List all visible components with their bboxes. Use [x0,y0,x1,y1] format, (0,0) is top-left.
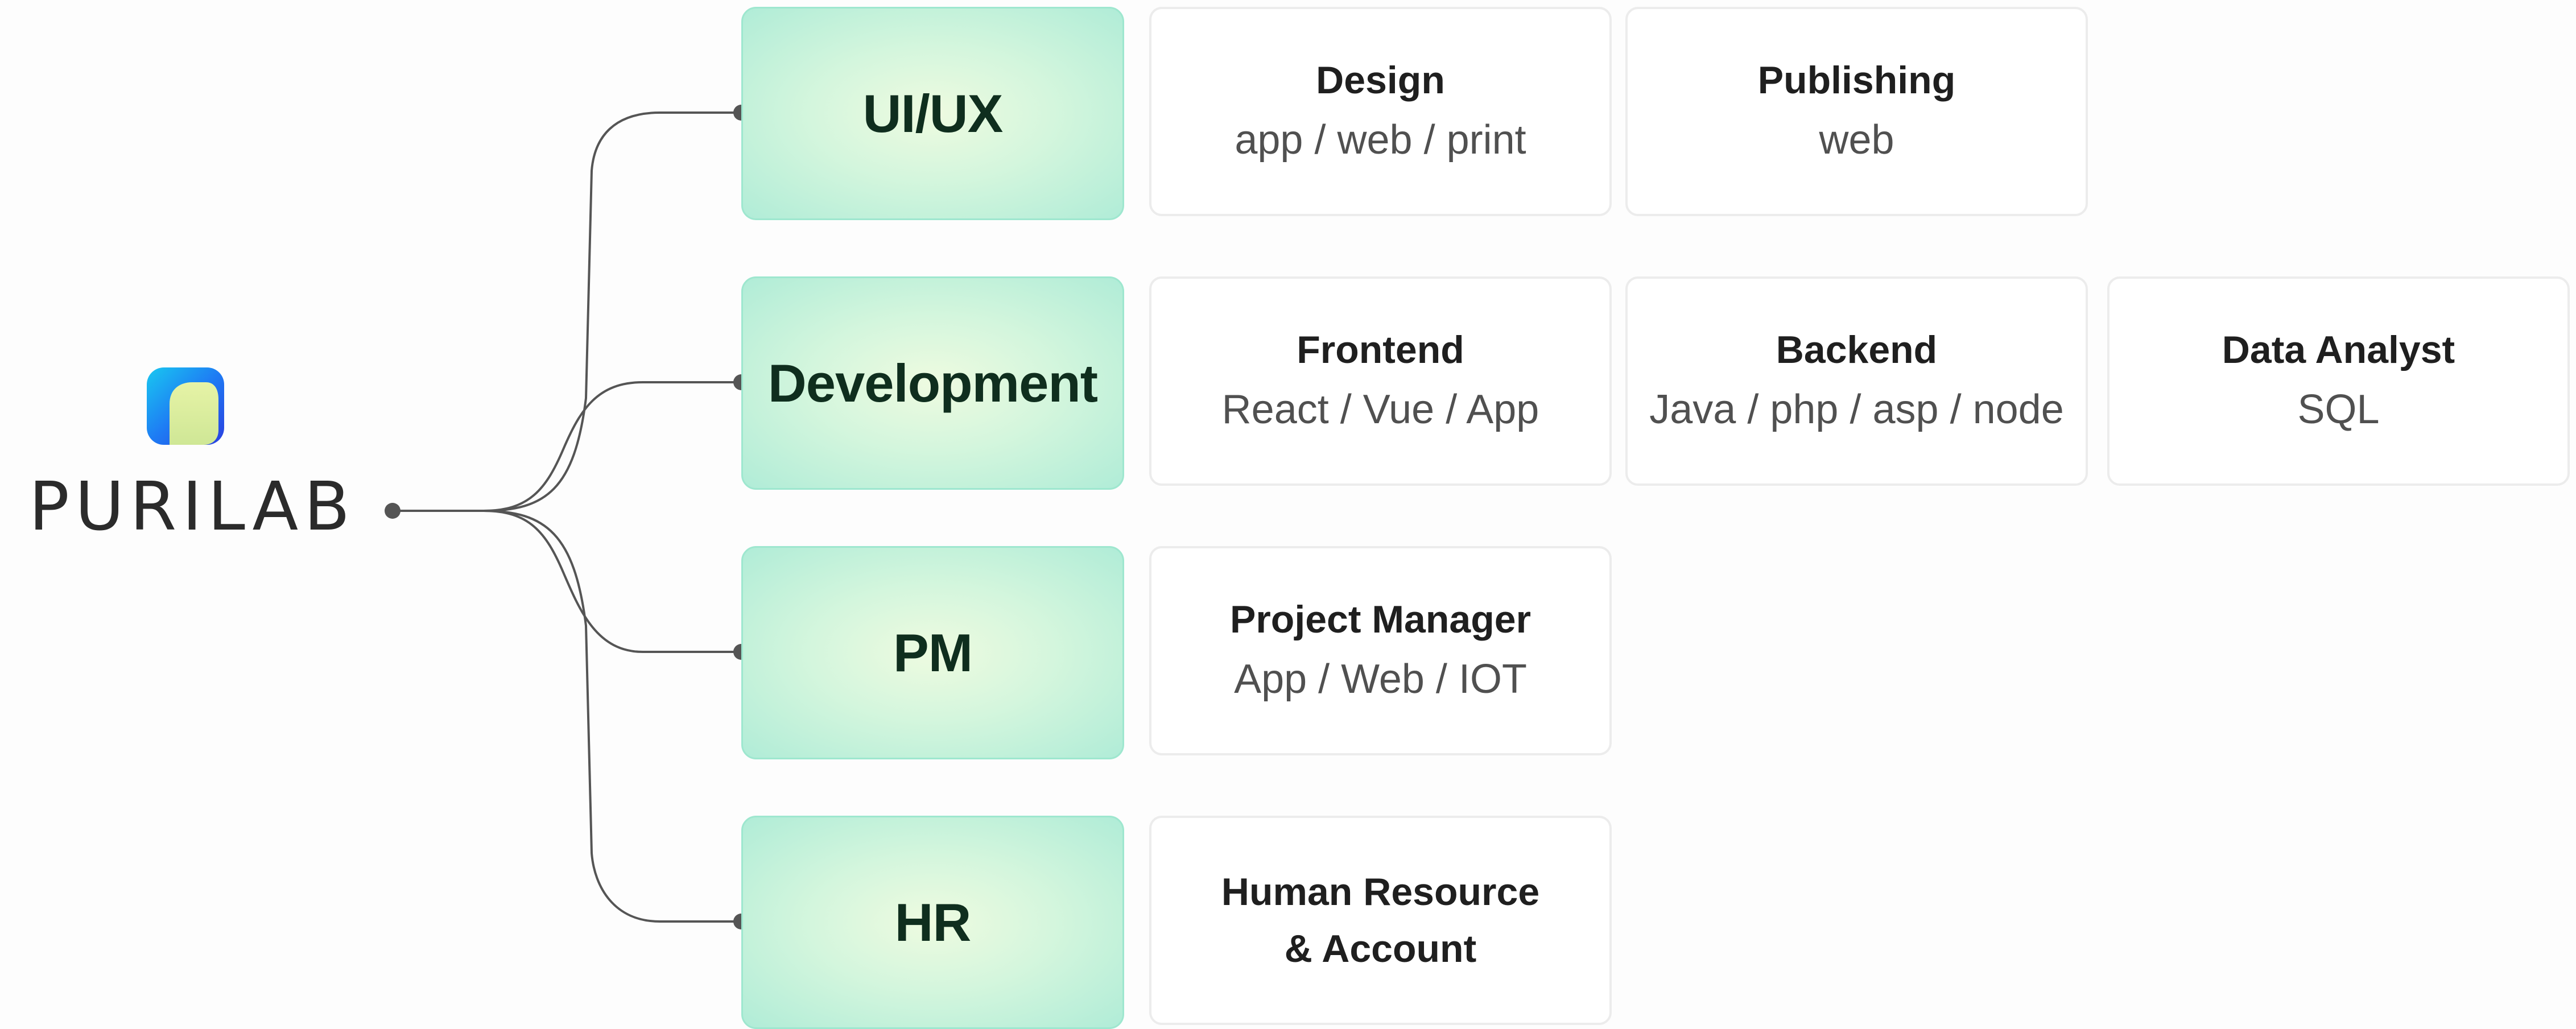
card-title: Project Manager [1229,598,1531,641]
category-pm[interactable]: PM [741,546,1124,759]
card-title: Data Analyst [2222,328,2455,371]
card-title: Design [1316,59,1445,102]
brand: PURILAB [16,364,369,546]
card-human-resource[interactable]: Human Resource & Account [1149,816,1612,1025]
card-subtitle: Java / php / asp / node [1649,387,2064,432]
connector-pm [393,510,741,653]
brand-name: PURILAB [28,467,356,546]
connector-hr [393,510,741,923]
category-label: PM [893,622,973,683]
card-subtitle: React / Vue / App [1221,387,1539,432]
category-development[interactable]: Development [741,276,1124,490]
card-title-line-1: Human Resource [1221,870,1540,914]
card-subtitle: web [1819,117,1894,163]
card-design[interactable]: Design app / web / print [1149,7,1612,216]
card-data-analyst[interactable]: Data Analyst SQL [2107,276,2570,486]
connector-ui-ux [393,111,741,512]
category-ui-ux[interactable]: UI/UX [741,7,1124,220]
card-subtitle: SQL [2297,387,2380,432]
card-title: Frontend [1297,328,1464,371]
card-title-line-2: & Account [1284,927,1477,970]
card-subtitle: app / web / print [1235,117,1526,163]
card-project-manager[interactable]: Project Manager App / Web / IOT [1149,546,1612,755]
category-label: UI/UX [862,83,1004,143]
card-frontend[interactable]: Frontend React / Vue / App [1149,276,1612,486]
card-subtitle: App / Web / IOT [1234,656,1527,702]
purilab-logo-icon [147,367,224,445]
category-label: Development [767,353,1098,413]
category-hr[interactable]: HR [741,816,1124,1029]
card-publishing[interactable]: Publishing web [1625,7,2088,216]
card-title: Publishing [1757,59,1956,102]
card-title: Backend [1776,328,1938,371]
connector-development [393,381,741,512]
connector-origin-dot [385,503,401,519]
category-label: HR [894,892,972,952]
card-backend[interactable]: Backend Java / php / asp / node [1625,276,2088,486]
